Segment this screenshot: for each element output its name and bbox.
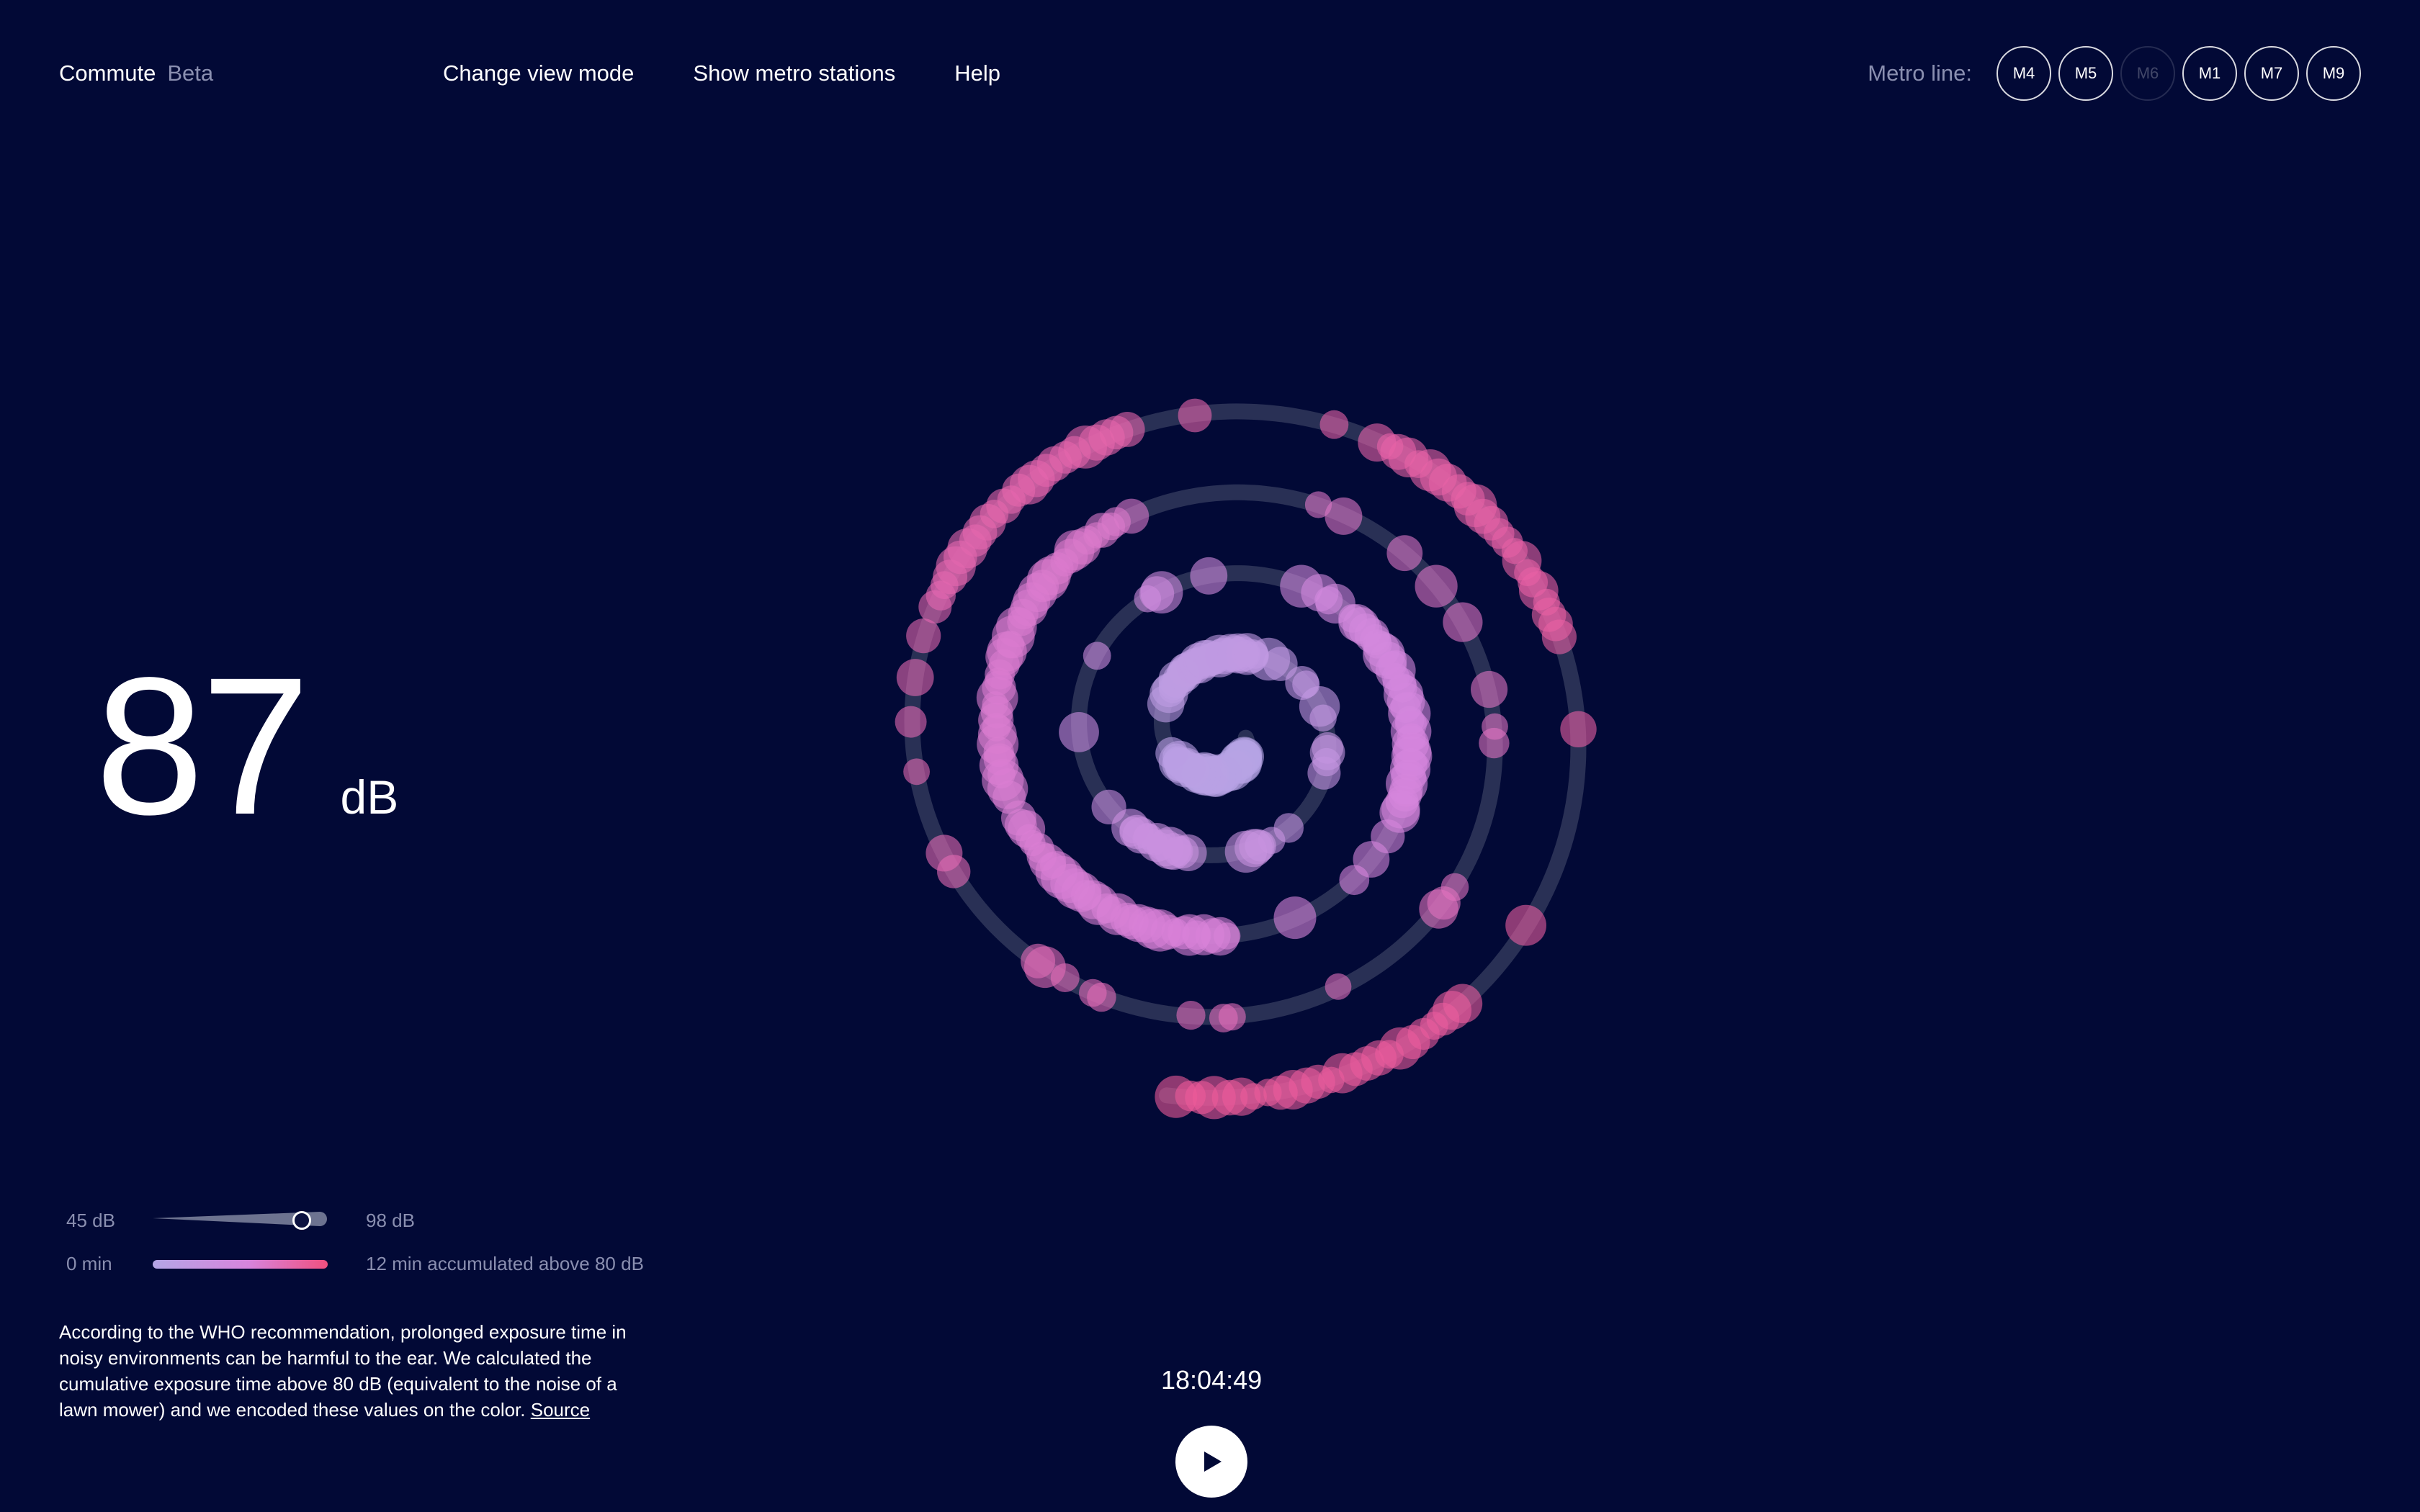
noise-dot: [1325, 497, 1363, 535]
noise-dot: [1307, 756, 1341, 790]
noise-dot: [1224, 830, 1268, 873]
noise-dot: [895, 706, 927, 738]
exposure-accumulated-label: 12 min accumulated above 80 dB: [366, 1253, 644, 1274]
show-metro-stations-link[interactable]: Show metro stations: [693, 60, 895, 86]
noise-dot: [1091, 789, 1126, 824]
noise-dot: [1415, 564, 1458, 608]
help-link[interactable]: Help: [954, 60, 1000, 86]
noise-dot: [1339, 865, 1370, 896]
noise-dot: [1113, 498, 1150, 534]
metro-line-m5-button[interactable]: M5: [2058, 46, 2113, 101]
noise-dot: [1386, 535, 1423, 572]
noise-dot: [1059, 712, 1099, 752]
noise-dot: [1505, 904, 1546, 946]
noise-dot: [906, 618, 941, 654]
noise-dot: [896, 659, 934, 696]
noise-dot: [1309, 704, 1337, 732]
noise-dot: [1273, 896, 1317, 940]
noise-dot: [1178, 398, 1212, 433]
exposure-scale-row: 0 min 12 min accumulated above 80 dB: [66, 1253, 714, 1274]
metro-line-m4-button[interactable]: M4: [1996, 46, 2051, 101]
noise-dot: [1155, 1075, 1198, 1118]
noise-dot: [1155, 737, 1188, 770]
brand[interactable]: Commute Beta: [59, 60, 213, 86]
noise-dot: [926, 834, 963, 872]
play-button[interactable]: [1175, 1426, 1247, 1498]
metro-line-m7-button[interactable]: M7: [2244, 46, 2299, 101]
playback-time: 18:04:49: [1161, 1365, 1263, 1395]
decibel-value: 87: [95, 636, 310, 855]
legend: 45 dB 98 dB 0 min 12 min accumulated abo…: [66, 1210, 714, 1296]
noise-dot: [1209, 1004, 1238, 1032]
noise-dot: [1176, 1001, 1206, 1030]
noise-dot: [1109, 412, 1145, 447]
noise-dot: [1419, 889, 1458, 929]
noise-dot: [1190, 557, 1228, 595]
metro-line-m9-button[interactable]: M9: [2306, 46, 2361, 101]
top-bar: Commute Beta Change view mode Show metro…: [0, 0, 2420, 144]
decibel-unit: dB: [340, 770, 399, 824]
noise-dot: [1083, 642, 1111, 670]
decibel-max-label: 98 dB: [366, 1210, 415, 1231]
metro-line-selector: Metro line: M4 M5 M6 M1 M7 M9: [1868, 46, 2361, 101]
exposure-gradient-bar: [153, 1260, 328, 1269]
exposure-min-label: 0 min: [66, 1253, 112, 1274]
noise-dot: [1140, 571, 1183, 614]
noise-spiral-visualization: [895, 398, 1597, 1120]
noise-dot: [1479, 727, 1510, 759]
noise-dot: [1325, 973, 1352, 1000]
decibel-scale-row: 45 dB 98 dB: [66, 1210, 714, 1231]
metro-line-label: Metro line:: [1868, 60, 1972, 86]
metro-line-m6-button[interactable]: M6: [2120, 46, 2175, 101]
app-title: Commute: [59, 60, 156, 86]
noise-dot: [1021, 943, 1056, 978]
noise-dot: [1541, 619, 1577, 654]
decibel-min-label: 45 dB: [66, 1210, 115, 1231]
noise-dot: [1471, 670, 1508, 708]
noise-dot: [1319, 410, 1349, 439]
noise-dot: [1079, 978, 1107, 1007]
decibel-readout: 87 dB: [95, 648, 398, 844]
main-nav: Change view mode Show metro stations Hel…: [443, 60, 1000, 86]
source-link[interactable]: Source: [531, 1399, 590, 1421]
beta-badge: Beta: [167, 60, 214, 86]
page: Commute Beta Change view mode Show metro…: [0, 0, 2420, 1512]
noise-dot: [903, 758, 930, 786]
decibel-scale-knob[interactable]: [292, 1211, 311, 1230]
play-icon: [1204, 1452, 1222, 1472]
who-note: According to the WHO recommendation, pro…: [59, 1319, 628, 1423]
noise-dot: [1560, 711, 1597, 747]
noise-dot: [1443, 602, 1483, 642]
change-view-mode-link[interactable]: Change view mode: [443, 60, 634, 86]
metro-line-m1-button[interactable]: M1: [2182, 46, 2237, 101]
